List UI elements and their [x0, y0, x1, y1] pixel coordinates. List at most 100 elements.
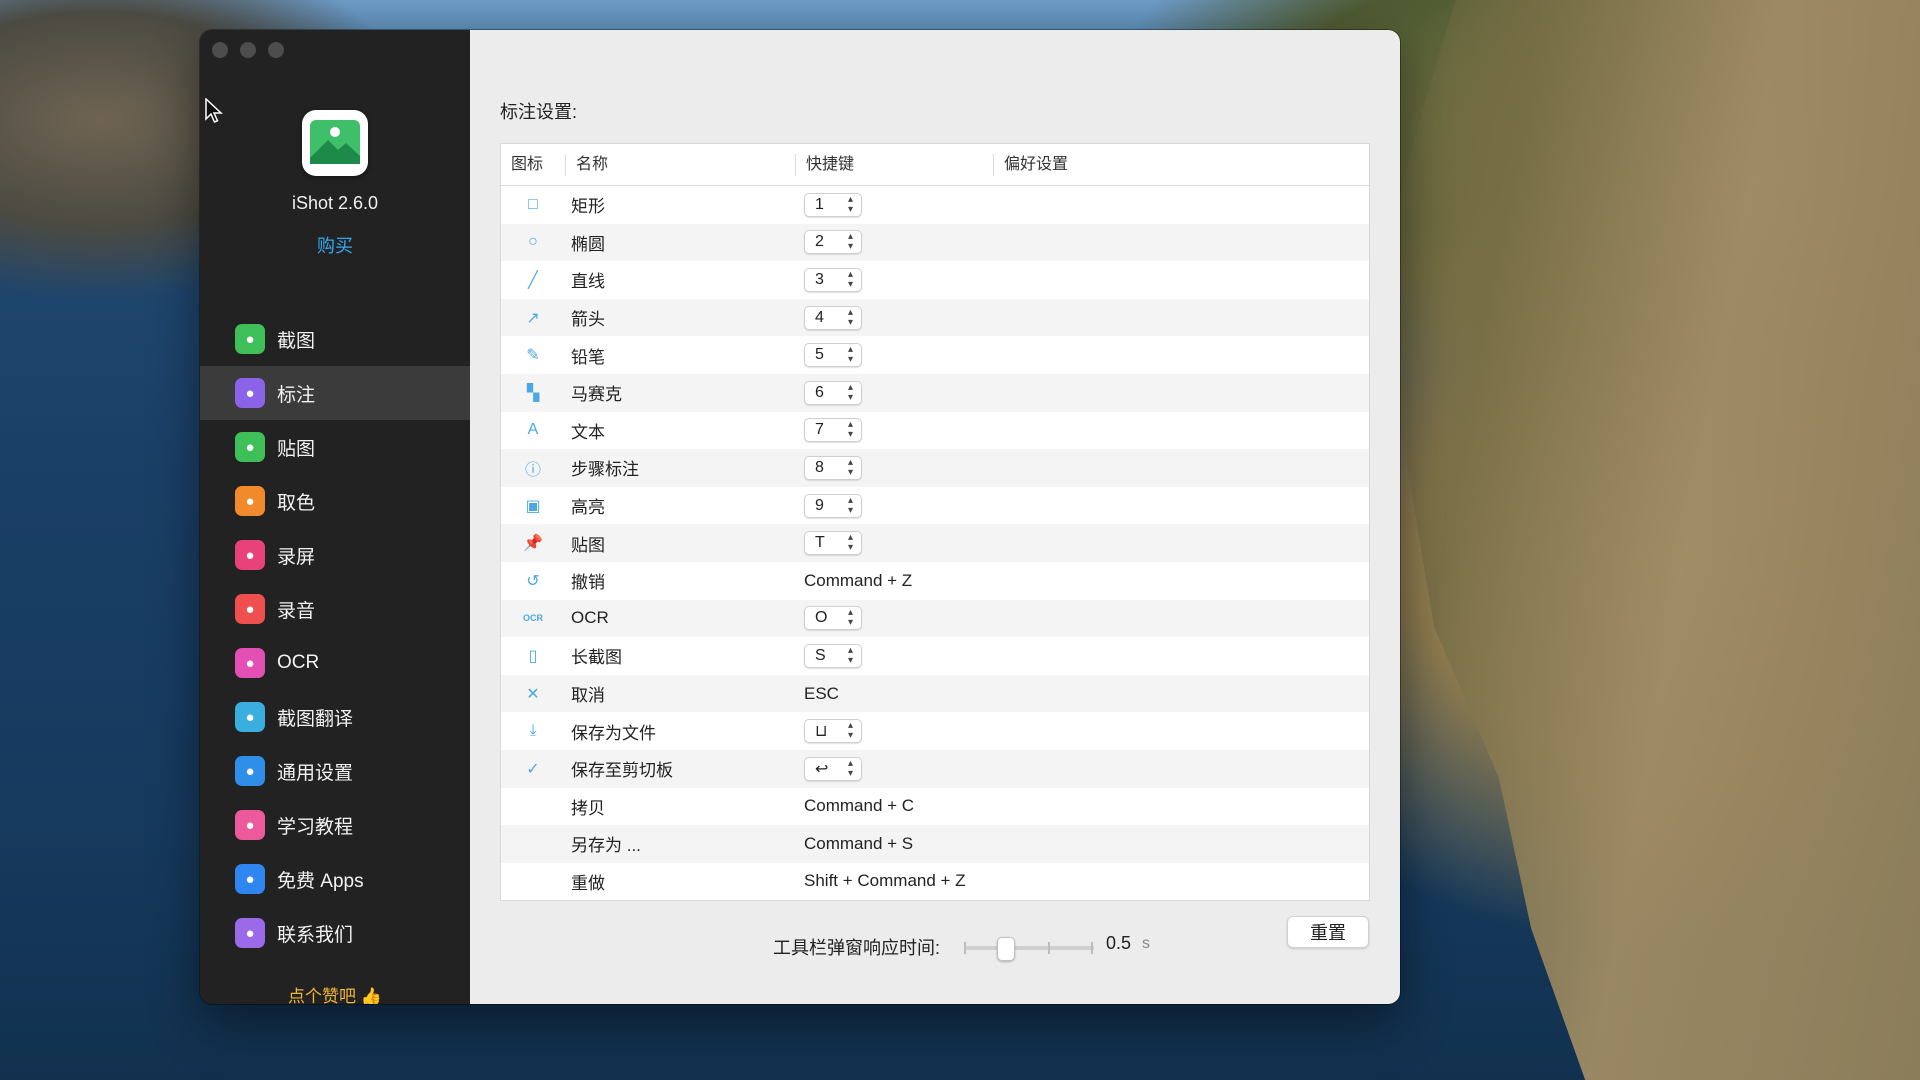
toolbar-delay-slider[interactable]	[964, 937, 1094, 961]
close-button[interactable]	[212, 42, 228, 58]
sidebar-item-10[interactable]: ● 免费 Apps	[200, 852, 470, 906]
stepper-arrows-icon[interactable]: ▴ ▾	[848, 269, 853, 290]
shortcut-stepper[interactable]: T ▴ ▾	[804, 531, 862, 556]
screenshot-icon: ●	[235, 324, 265, 354]
stepper-arrows-icon[interactable]: ▴ ▾	[848, 495, 853, 516]
section-title: 标注设置:	[500, 102, 578, 122]
stepper-arrows-icon[interactable]: ▴ ▾	[848, 382, 853, 403]
stepper-arrows-icon[interactable]: ▴ ▾	[848, 420, 853, 440]
table-row: ✓ 保存至剪切板 ↩ ▴ ▾	[501, 749, 1369, 788]
sidebar-item-label: 通用设置	[277, 762, 354, 784]
long-screenshot-icon: ▯	[528, 647, 538, 665]
tool-name: 矩形	[571, 197, 605, 217]
shortcut-value: ↩	[815, 760, 829, 778]
table-row: ⓘ 步骤标注 8 ▴ ▾	[501, 449, 1369, 487]
sidebar-item-label: 标注	[277, 384, 316, 406]
video-icon: ●	[235, 540, 265, 570]
column-header-name[interactable]: 名称	[565, 153, 795, 176]
column-header-shortcut[interactable]: 快捷键	[795, 153, 993, 176]
minimize-button[interactable]	[240, 42, 256, 58]
shortcut-cell: O ▴ ▾	[795, 606, 993, 631]
stepper-arrows-icon[interactable]: ▴ ▾	[848, 608, 853, 628]
shortcut-stepper[interactable]: 4 ▴ ▾	[804, 305, 862, 330]
shortcut-stepper[interactable]: ⊔ ▴ ▾	[804, 719, 862, 744]
shortcut-stepper[interactable]: O ▴ ▾	[804, 606, 862, 631]
sidebar-item-5[interactable]: ● 录音	[200, 582, 470, 636]
window-controls	[212, 42, 284, 58]
shortcut-cell: ↩ ▴ ▾	[795, 756, 993, 781]
ocr-icon: ●	[235, 648, 265, 678]
ellipse-icon: ○	[528, 233, 538, 251]
shortcut-stepper[interactable]: 6 ▴ ▾	[804, 380, 862, 405]
zoom-button[interactable]	[268, 42, 284, 58]
sidebar-item-1[interactable]: ● 标注	[200, 366, 470, 420]
shortcut-stepper[interactable]: ↩ ▴ ▾	[804, 756, 862, 781]
shortcut-value: O	[815, 609, 828, 627]
table-row: ⤓ 保存为文件 ⊔ ▴ ▾	[501, 712, 1369, 750]
save-file-icon: ⤓	[529, 722, 537, 740]
shortcut-stepper[interactable]: 7 ▴ ▾	[804, 418, 862, 443]
sidebar-item-7[interactable]: ● 截图翻译	[200, 690, 470, 744]
sidebar-item-label: 贴图	[277, 438, 316, 460]
sidebar-item-2[interactable]: ● 贴图	[200, 420, 470, 474]
table-row: ╱ 直线 3 ▴ ▾	[501, 261, 1369, 299]
tool-name: 马赛克	[571, 385, 622, 405]
shortcut-cell: 7 ▴ ▾	[795, 418, 993, 443]
shortcut-text: ESC	[804, 683, 839, 703]
tool-name: 长截图	[571, 648, 622, 668]
stepper-arrows-icon[interactable]: ▴ ▾	[848, 721, 853, 741]
shortcut-value: 6	[815, 383, 824, 401]
sidebar-item-label: 录音	[277, 600, 316, 622]
sidebar-item-3[interactable]: ● 取色	[200, 474, 470, 528]
eyedropper-icon: ●	[235, 486, 265, 516]
shortcut-value: T	[815, 534, 825, 552]
table-row: 重做 Shift + Command + Z	[501, 863, 1369, 900]
like-link[interactable]: 点个赞吧 👍	[200, 982, 470, 1004]
shortcut-cell: 5 ▴ ▾	[795, 343, 993, 368]
stepper-arrows-icon[interactable]: ▴ ▾	[848, 232, 853, 252]
sidebar-item-6[interactable]: ● OCR	[200, 636, 470, 690]
contacts-icon: ●	[235, 918, 265, 948]
shortcut-cell: 1 ▴ ▾	[795, 192, 993, 217]
highlight-icon: ▣	[525, 497, 541, 515]
slider-knob[interactable]	[997, 937, 1015, 961]
shortcut-stepper[interactable]: S ▴ ▾	[804, 643, 862, 668]
shortcut-stepper[interactable]: 9 ▴ ▾	[804, 493, 862, 518]
reset-button[interactable]: 重置	[1287, 916, 1369, 948]
tool-name: 贴图	[571, 535, 605, 555]
stepper-arrows-icon[interactable]: ▴ ▾	[848, 457, 853, 478]
shortcut-stepper[interactable]: 5 ▴ ▾	[804, 343, 862, 368]
table-row: 另存为 ... Command + S	[501, 825, 1369, 863]
sidebar-item-8[interactable]: ● 通用设置	[200, 744, 470, 798]
sidebar-item-label: 免费 Apps	[277, 870, 364, 892]
shortcut-stepper[interactable]: 3 ▴ ▾	[804, 267, 862, 292]
shortcut-stepper[interactable]: 2 ▴ ▾	[804, 230, 862, 255]
shortcut-stepper[interactable]: 1 ▴ ▾	[804, 192, 862, 217]
text-icon: A	[527, 421, 539, 439]
stepper-arrows-icon[interactable]: ▴ ▾	[848, 758, 853, 779]
shortcut-stepper[interactable]: 8 ▴ ▾	[804, 455, 862, 480]
tool-name: OCR	[571, 608, 609, 628]
sidebar-item-11[interactable]: ● 联系我们	[200, 906, 470, 960]
sidebar-item-label: 录屏	[277, 546, 316, 568]
table-row: ○ 椭圆 2 ▴ ▾	[501, 223, 1369, 262]
table-row: ▣ 高亮 9 ▴ ▾	[501, 487, 1369, 525]
column-header-icon[interactable]: 图标	[501, 154, 565, 176]
sidebar-item-9[interactable]: ● 学习教程	[200, 798, 470, 852]
column-header-pref[interactable]: 偏好设置	[993, 153, 1369, 176]
tool-name: 保存为文件	[571, 723, 656, 743]
shortcut-text: Command + Z	[804, 570, 913, 590]
stepper-arrows-icon[interactable]: ▴ ▾	[848, 645, 853, 666]
sidebar-item-label: 联系我们	[277, 924, 354, 946]
stepper-arrows-icon[interactable]: ▴ ▾	[848, 345, 853, 365]
stepper-arrows-icon[interactable]: ▴ ▾	[848, 307, 853, 328]
stepper-arrows-icon[interactable]: ▴ ▾	[848, 533, 853, 553]
shortcut-value: 7	[815, 421, 824, 439]
table-header: 图标 名称 快捷键 偏好设置	[501, 144, 1369, 186]
sidebar-item-0[interactable]: ● 截图	[200, 312, 470, 366]
pencil-icon: ✎	[526, 347, 540, 365]
sidebar-item-4[interactable]: ● 录屏	[200, 528, 470, 582]
stepper-arrows-icon[interactable]: ▴ ▾	[848, 194, 853, 215]
tool-name: 撤销	[571, 573, 605, 593]
buy-link[interactable]: 购买	[200, 232, 470, 258]
